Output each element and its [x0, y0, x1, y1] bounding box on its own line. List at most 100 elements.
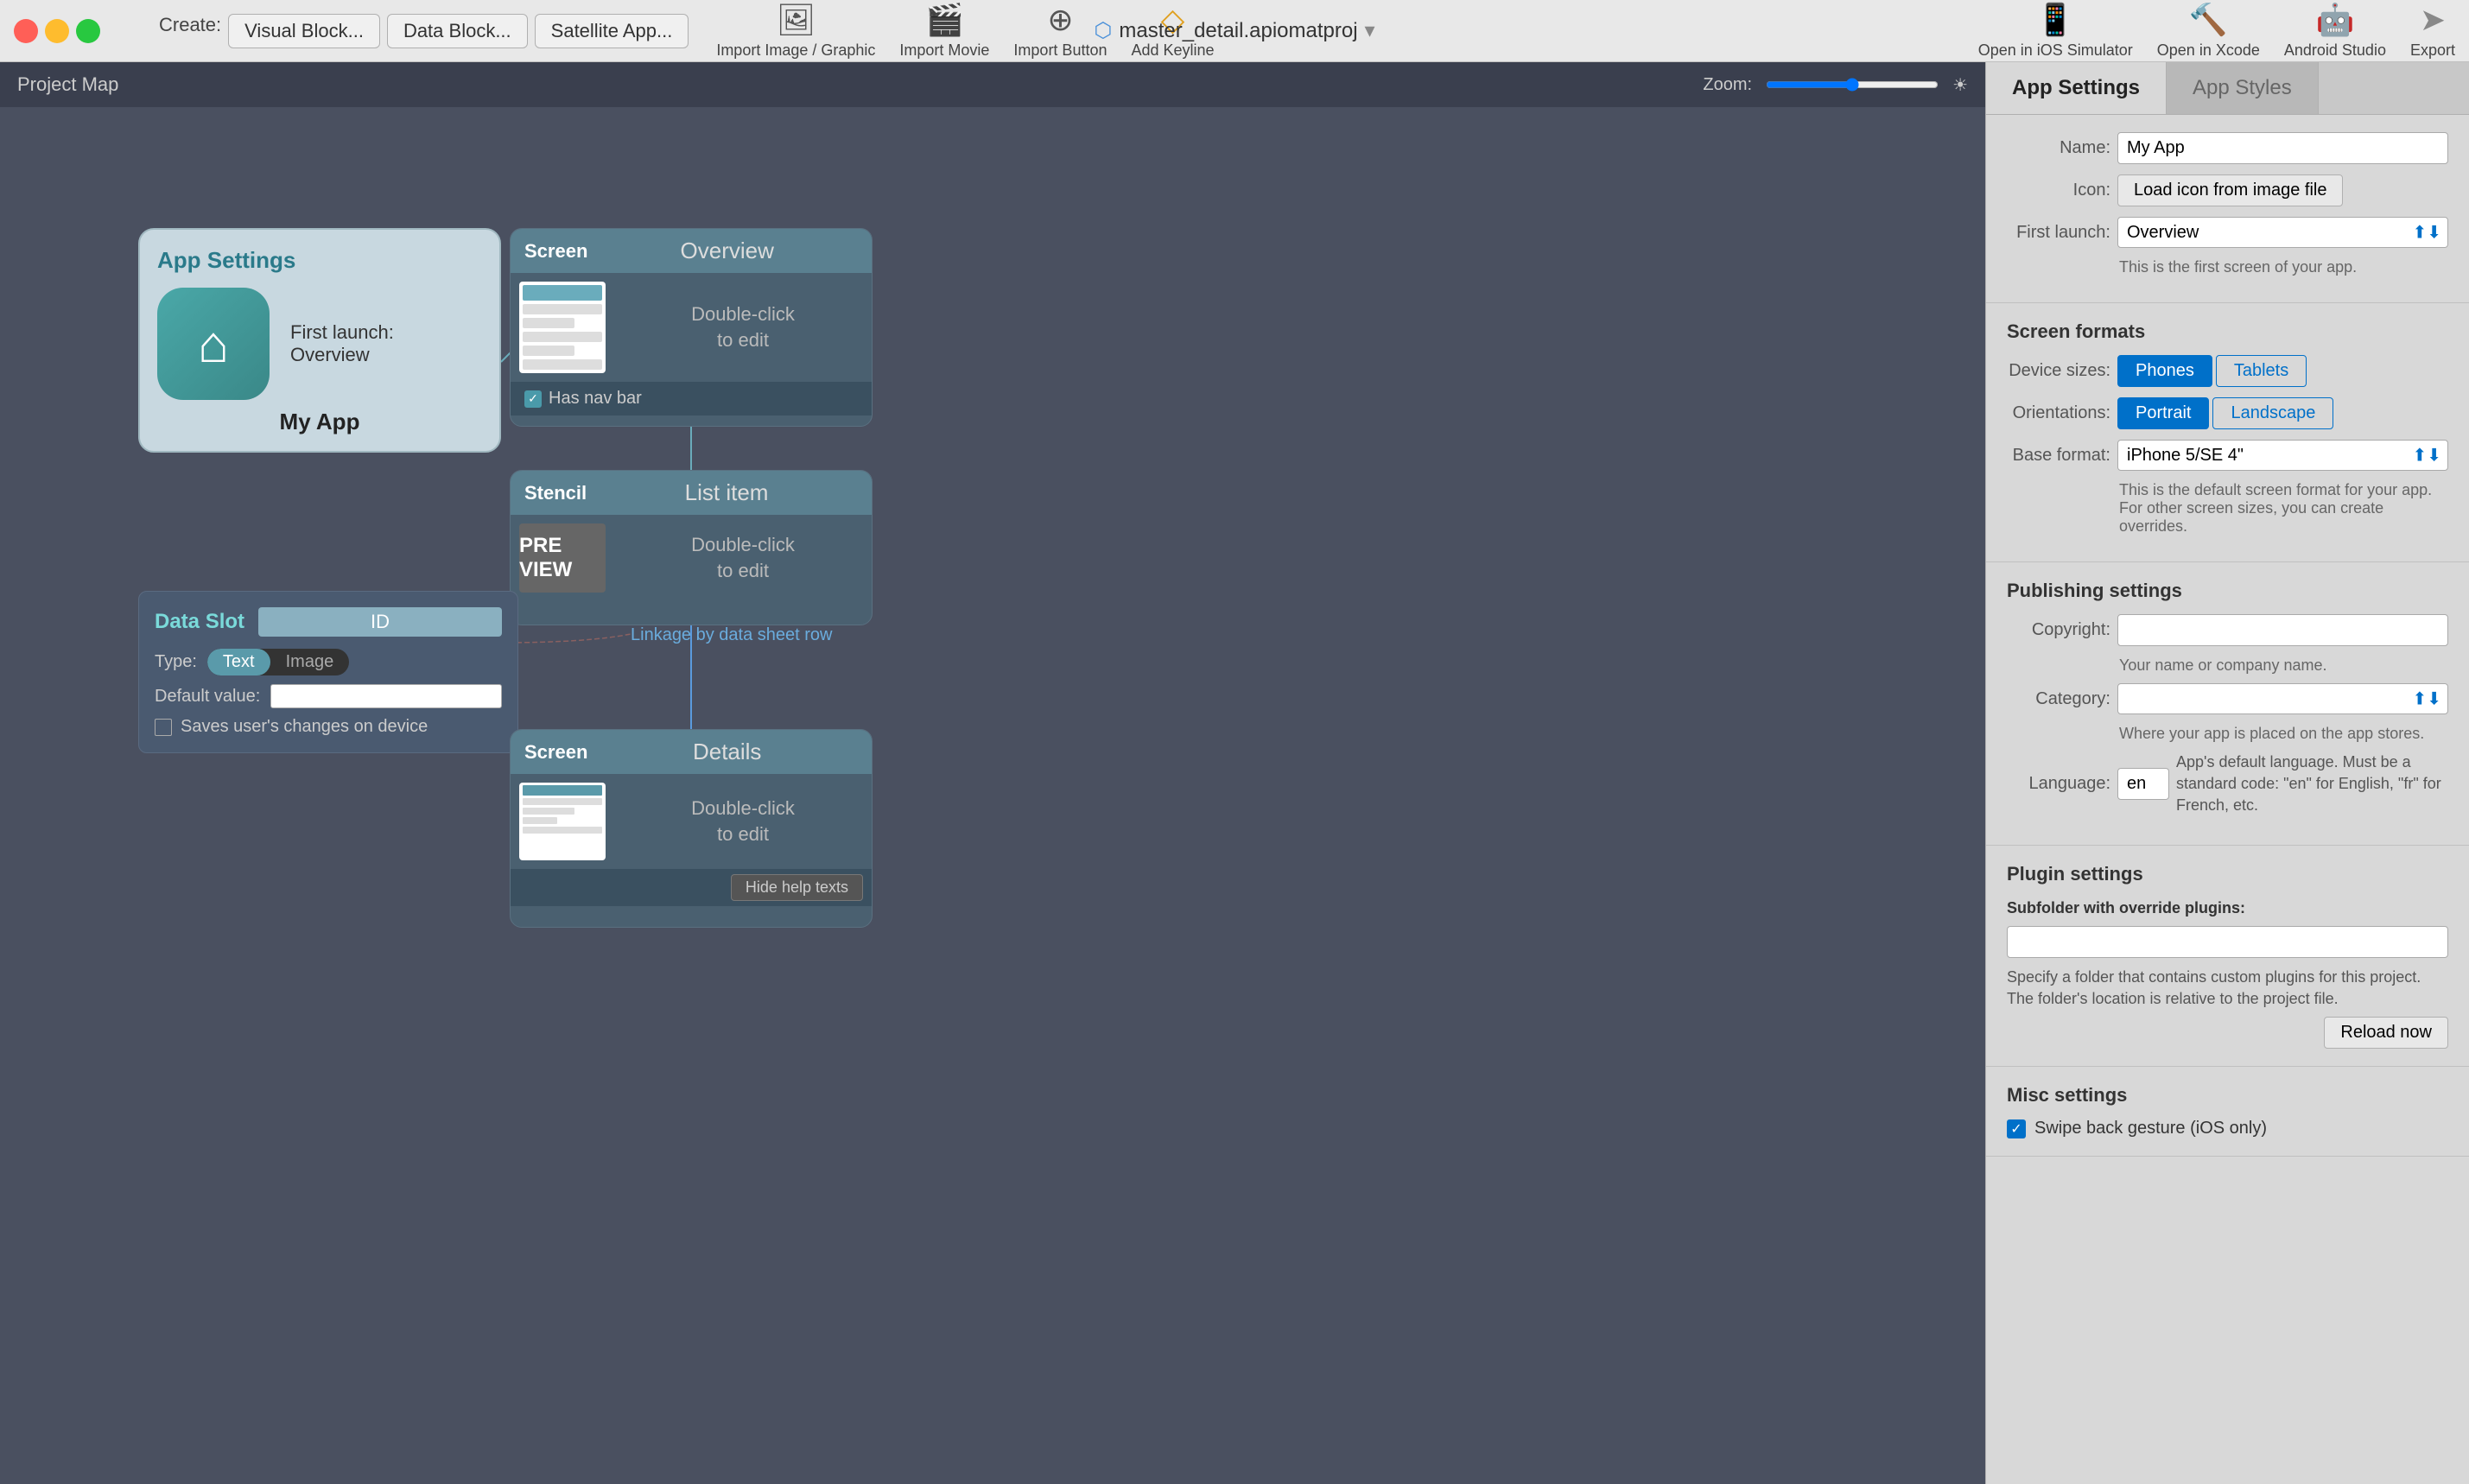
reload-button[interactable]: Reload now	[2324, 1017, 2448, 1049]
copyright-label: Copyright:	[2007, 620, 2110, 640]
screen-overview-node[interactable]: Screen Overview Double-click to edit	[510, 228, 873, 427]
base-format-select-wrapper: iPhone 5/SE 4" ⬆⬇	[2117, 440, 2448, 471]
hide-help-button[interactable]: Hide help texts	[731, 874, 863, 901]
export-label: Export	[2410, 41, 2455, 60]
close-button[interactable]	[14, 19, 38, 43]
app-settings-info: First launch: Overview	[290, 321, 394, 366]
category-select-wrapper: ⬆⬇	[2117, 683, 2448, 714]
data-slot-default-row: Default value:	[155, 684, 502, 708]
first-launch-select[interactable]: Overview	[2117, 217, 2448, 248]
canvas-content[interactable]: App Settings ⌂ First launch: Overview My…	[0, 107, 1985, 1484]
export-tool[interactable]: ➤ Export	[2410, 2, 2455, 60]
swipe-back-checkbox[interactable]: ✓	[2007, 1119, 2026, 1138]
app-name-label: My App	[157, 409, 482, 435]
import-button-tool[interactable]: ⊕ Import Button	[1013, 2, 1107, 60]
tablets-button[interactable]: Tablets	[2216, 355, 2307, 387]
traffic-lights	[14, 19, 100, 43]
data-block-button[interactable]: Data Block...	[387, 14, 528, 48]
tab-app-settings[interactable]: App Settings	[1986, 62, 2167, 114]
toolbar-create: Create: Visual Block... Data Block... Sa…	[159, 14, 689, 48]
preview-line-2	[523, 318, 574, 328]
title-bar: Create: Visual Block... Data Block... Sa…	[0, 0, 2469, 62]
has-navbar-label: Has nav bar	[549, 389, 642, 409]
xcode-icon: 🔨	[2189, 2, 2228, 38]
open-ios-simulator-tool[interactable]: 📱 Open in iOS Simulator	[1978, 2, 2133, 60]
canvas[interactable]: Project Map Zoom: ☀ App Settings	[0, 62, 1985, 1484]
screen-formats-section: Screen formats Device sizes: Phones Tabl…	[1986, 303, 2469, 562]
main-layout: Project Map Zoom: ☀ App Settings	[0, 62, 2469, 1484]
screen-overview-header: Screen Overview	[511, 229, 872, 273]
data-slot-node[interactable]: Data Slot ID Type: Text Image Default va…	[138, 591, 518, 753]
type-image-option[interactable]: Image	[270, 649, 350, 675]
toolbar-right: 📱 Open in iOS Simulator 🔨 Open in Xcode …	[1978, 2, 2455, 60]
preview-line-3	[523, 332, 602, 342]
saves-label: Saves user's changes on device	[181, 717, 428, 737]
zoom-label: Zoom:	[1703, 75, 1752, 95]
zoom-slider[interactable]	[1766, 78, 1939, 92]
data-slot-header: Data Slot ID	[155, 607, 502, 637]
misc-title: Misc settings	[2007, 1084, 2448, 1107]
app-settings-node-title: App Settings	[157, 247, 482, 274]
name-label: Name:	[2007, 138, 2110, 158]
screen-details-preview	[519, 783, 606, 860]
title-icon: ⬡	[1094, 18, 1112, 43]
right-panel-tabs: App Settings App Styles	[1986, 62, 2469, 115]
stencil-node[interactable]: Stencil List item PRE VIEW Double-click …	[510, 470, 873, 625]
copyright-input[interactable]	[2117, 614, 2448, 646]
copyright-hint: Your name or company name.	[2119, 656, 2448, 675]
app-settings-node[interactable]: App Settings ⌂ First launch: Overview My…	[138, 228, 501, 453]
load-icon-button[interactable]: Load icon from image file	[2117, 174, 2343, 206]
import-image-tool[interactable]: 🖼 Import Image / Graphic	[716, 2, 875, 60]
import-movie-tool[interactable]: 🎬 Import Movie	[899, 2, 989, 60]
has-navbar-checkbox[interactable]: ✓	[524, 390, 542, 408]
base-format-select[interactable]: iPhone 5/SE 4"	[2117, 440, 2448, 471]
chevron-down-icon: ▾	[1365, 18, 1375, 43]
stencil-dbl-click[interactable]: Double-click to edit	[614, 515, 872, 601]
orientations-label: Orientations:	[2007, 403, 2110, 423]
maximize-button[interactable]	[76, 19, 100, 43]
preview-line-5	[523, 359, 602, 370]
first-launch-hint: This is the first screen of your app.	[2119, 258, 2448, 276]
language-hint: App's default language. Must be a standa…	[2176, 752, 2448, 817]
landscape-button[interactable]: Landscape	[2212, 397, 2333, 429]
type-toggle[interactable]: Text Image	[207, 649, 349, 675]
window-title: ⬡ master_detail.apiomatproj ▾	[1094, 18, 1374, 43]
android-studio-tool[interactable]: 🤖 Android Studio	[2284, 2, 2386, 60]
saves-checkbox[interactable]	[155, 719, 172, 736]
screen-details-dbl-click[interactable]: Double-click to edit	[614, 774, 872, 869]
minimize-button[interactable]	[45, 19, 69, 43]
base-format-row: Base format: iPhone 5/SE 4" ⬆⬇	[2007, 440, 2448, 471]
open-xcode-tool[interactable]: 🔨 Open in Xcode	[2157, 2, 2260, 60]
screen-overview-body: Double-click to edit	[511, 273, 872, 382]
import-image-icon: 🖼	[777, 2, 816, 38]
has-navbar-row: ✓ Has nav bar	[511, 382, 872, 415]
portrait-button[interactable]: Portrait	[2117, 397, 2209, 429]
phones-button[interactable]: Phones	[2117, 355, 2212, 387]
first-launch-select-wrapper: Overview ⬆⬇	[2117, 217, 2448, 248]
screen-overview-dbl-click[interactable]: Double-click to edit	[614, 273, 872, 382]
screen-details-name: Details	[596, 739, 858, 765]
screen-overview-preview	[519, 282, 606, 373]
name-input[interactable]	[2117, 132, 2448, 164]
base-format-hint: This is the default screen format for yo…	[2119, 481, 2448, 536]
panel-first-launch-row: First launch: Overview ⬆⬇	[2007, 217, 2448, 248]
category-select[interactable]	[2117, 683, 2448, 714]
satellite-app-button[interactable]: Satellite App...	[535, 14, 689, 48]
visual-block-button[interactable]: Visual Block...	[228, 14, 380, 48]
publishing-title: Publishing settings	[2007, 580, 2448, 602]
subfolder-input[interactable]	[2007, 926, 2448, 958]
language-input[interactable]	[2117, 768, 2169, 800]
plugin-title: Plugin settings	[2007, 863, 2448, 885]
language-label: Language:	[2007, 774, 2110, 794]
import-movie-icon: 🎬	[925, 2, 964, 38]
screen-type-label: Screen	[524, 240, 587, 263]
import-button-icon: ⊕	[1047, 2, 1073, 38]
swipe-back-row: ✓ Swipe back gesture (iOS only)	[2007, 1119, 2448, 1138]
default-value-input[interactable]	[270, 684, 502, 708]
screen-details-node[interactable]: Screen Details Double-click to edit	[510, 729, 873, 928]
xcode-label: Open in Xcode	[2157, 41, 2260, 60]
type-text-option[interactable]: Text	[207, 649, 270, 675]
right-panel: App Settings App Styles Name: Icon: Load…	[1985, 62, 2469, 1484]
tab-app-styles[interactable]: App Styles	[2167, 62, 2319, 114]
first-launch-label: First launch:	[2007, 223, 2110, 243]
